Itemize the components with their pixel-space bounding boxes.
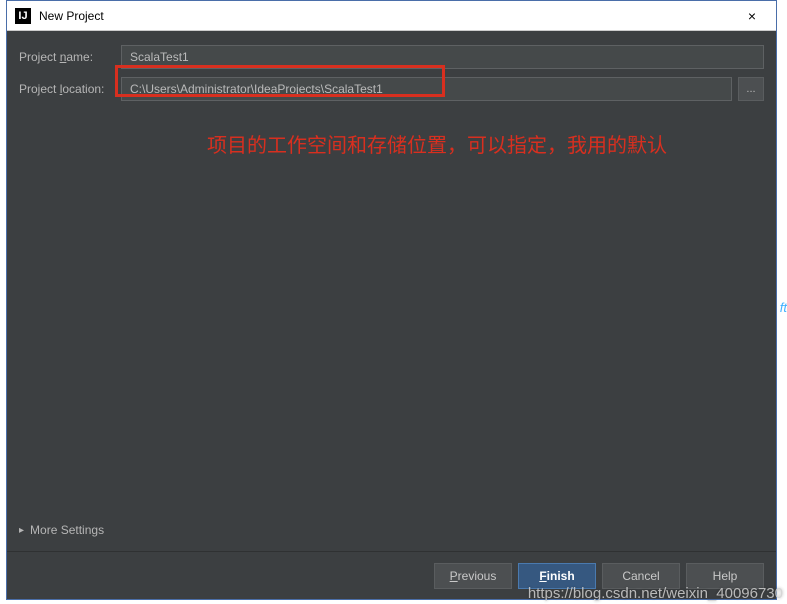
more-settings-label: More Settings	[30, 523, 104, 537]
more-settings-toggle[interactable]: ▸ More Settings	[19, 523, 104, 537]
label-project-location: Project location:	[19, 82, 121, 96]
annotation-text: 项目的工作空间和存储位置，可以指定，我用的默认	[207, 129, 667, 158]
watermark-text: https://blog.csdn.net/weixin_40096730	[528, 585, 783, 602]
new-project-dialog: IJ New Project × Project name: Project l…	[6, 0, 777, 600]
project-location-input[interactable]	[121, 77, 732, 101]
row-project-location: Project location: ...	[19, 77, 764, 101]
titlebar: IJ New Project ×	[7, 1, 776, 31]
project-name-input[interactable]	[121, 45, 764, 69]
label-project-name: Project name:	[19, 50, 121, 64]
previous-button[interactable]: Previous	[434, 563, 512, 589]
background-text-fragment: ft	[780, 300, 787, 315]
dialog-content: Project name: Project location: ... 项目的工…	[7, 31, 776, 599]
chevron-right-icon: ▸	[19, 525, 24, 536]
title-left: IJ New Project	[15, 8, 104, 24]
row-project-name: Project name:	[19, 45, 764, 69]
browse-location-button[interactable]: ...	[738, 77, 764, 101]
close-button[interactable]: ×	[732, 3, 772, 29]
app-icon: IJ	[15, 8, 31, 24]
window-title: New Project	[39, 9, 104, 23]
